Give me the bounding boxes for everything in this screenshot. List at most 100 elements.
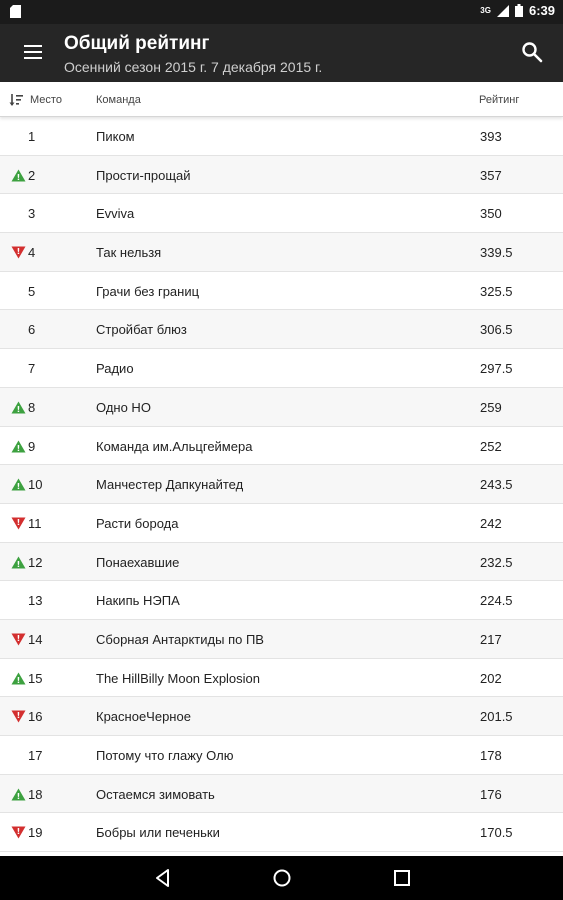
column-header-rating[interactable]: Рейтинг bbox=[479, 94, 519, 106]
trend-none bbox=[11, 594, 26, 607]
row-team: Одно НО bbox=[96, 399, 151, 415]
column-header-place[interactable]: Место bbox=[30, 94, 62, 106]
row-rating: 232.5 bbox=[480, 554, 513, 570]
table-row[interactable]: ! 14 Сборная Антарктиды по ПВ 217 bbox=[0, 619, 563, 659]
row-team: Команда им.Альцгеймера bbox=[96, 438, 253, 454]
row-rating: 350 bbox=[480, 206, 502, 222]
back-icon[interactable] bbox=[153, 868, 173, 888]
row-rating: 242 bbox=[480, 515, 502, 531]
table-row[interactable]: ! 19 Бобры или печеньки 170.5 bbox=[0, 813, 563, 853]
row-place: 15 bbox=[28, 670, 43, 686]
row-team: Так нельзя bbox=[96, 245, 162, 261]
column-header-team[interactable]: Команда bbox=[96, 94, 141, 106]
row-place: 5 bbox=[28, 283, 36, 299]
svg-text:!: ! bbox=[17, 711, 21, 720]
table-row[interactable]: ! 10 Манчестер Дапкунайтед 243.5 bbox=[0, 465, 563, 504]
row-team: Сборная Антарктиды по ПВ bbox=[96, 631, 264, 647]
table-row[interactable]: 17 Потому что глажу Олю 178 bbox=[0, 736, 563, 775]
row-team: Расти борода bbox=[96, 515, 179, 531]
row-place: 14 bbox=[28, 631, 43, 647]
row-rating: 357 bbox=[480, 167, 502, 183]
row-team: Стройбат блюз bbox=[96, 322, 187, 338]
table-row[interactable]: ! 2 Прости-прощай 357 bbox=[0, 155, 563, 195]
row-rating: 224.5 bbox=[480, 593, 513, 609]
table-row[interactable]: 7 Радио 297.5 bbox=[0, 349, 563, 388]
table-row[interactable]: ! 11 Расти борода 242 bbox=[0, 504, 563, 543]
row-team: Радио bbox=[96, 361, 134, 377]
battery-icon bbox=[514, 4, 523, 17]
trend-down-icon: ! bbox=[11, 710, 26, 723]
page-subtitle: Осенний сезон 2015 г. 7 декабря 2015 г. bbox=[64, 59, 323, 75]
row-rating: 306.5 bbox=[480, 322, 513, 338]
table-row[interactable]: ! 15 The HillBilly Moon Explosion 202 bbox=[0, 659, 563, 698]
trend-none bbox=[11, 285, 26, 298]
trend-up-icon: ! bbox=[11, 440, 26, 453]
svg-text:!: ! bbox=[17, 518, 21, 527]
svg-text:!: ! bbox=[17, 444, 21, 453]
table-row[interactable]: 1 Пиком 393 bbox=[0, 117, 563, 156]
app-bar: Общий рейтинг Осенний сезон 2015 г. 7 де… bbox=[0, 24, 563, 82]
row-place: 12 bbox=[28, 554, 43, 570]
trend-none bbox=[11, 207, 26, 220]
table-row[interactable]: 5 Грачи без границ 325.5 bbox=[0, 272, 563, 311]
row-team: КрасноеЧерное bbox=[96, 709, 191, 725]
trend-up-icon: ! bbox=[11, 401, 26, 414]
row-place: 4 bbox=[28, 245, 36, 261]
row-place: 11 bbox=[28, 515, 42, 531]
table-header: Место Команда Рейтинг bbox=[0, 82, 563, 117]
menu-icon[interactable] bbox=[24, 44, 44, 60]
table-row[interactable]: 6 Стройбат блюз 306.5 bbox=[0, 310, 563, 350]
row-team: Накипь НЭПА bbox=[96, 593, 180, 609]
svg-text:!: ! bbox=[17, 482, 21, 491]
sim-card-icon bbox=[10, 5, 21, 18]
trend-none bbox=[11, 749, 26, 762]
table-row[interactable]: ! 4 Так нельзя 339.5 bbox=[0, 233, 563, 272]
row-team: Понаехавшие bbox=[96, 554, 180, 570]
row-team: The HillBilly Moon Explosion bbox=[96, 670, 261, 686]
row-team: Пиком bbox=[96, 129, 135, 144]
trend-down-icon: ! bbox=[11, 633, 26, 646]
row-rating: 170.5 bbox=[480, 825, 513, 841]
trend-none bbox=[11, 362, 26, 375]
row-team: Evviva bbox=[96, 206, 135, 222]
table-row[interactable]: 13 Накипь НЭПА 224.5 bbox=[0, 581, 563, 620]
svg-text:!: ! bbox=[17, 247, 21, 256]
svg-text:!: ! bbox=[17, 560, 21, 569]
row-team: Грачи без границ bbox=[96, 283, 200, 299]
sort-icon[interactable] bbox=[9, 93, 23, 107]
row-place: 10 bbox=[28, 477, 43, 493]
table-row[interactable]: ! 9 Команда им.Альцгеймера 252 bbox=[0, 427, 563, 466]
row-team: Потому что глажу Олю bbox=[96, 748, 234, 763]
row-place: 6 bbox=[28, 322, 36, 338]
home-icon[interactable] bbox=[272, 868, 292, 888]
row-rating: 202 bbox=[480, 670, 502, 686]
svg-text:!: ! bbox=[17, 405, 21, 414]
row-team: Манчестер Дапкунайтед bbox=[96, 477, 244, 493]
row-place: 9 bbox=[28, 438, 36, 454]
row-place: 13 bbox=[28, 593, 43, 609]
svg-text:!: ! bbox=[17, 676, 21, 685]
row-place: 17 bbox=[28, 748, 43, 763]
row-place: 3 bbox=[28, 206, 36, 222]
trend-none bbox=[11, 130, 26, 143]
table-row[interactable]: ! 12 Понаехавшие 232.5 bbox=[0, 542, 563, 582]
trend-up-icon: ! bbox=[11, 556, 26, 569]
row-place: 2 bbox=[28, 167, 36, 183]
row-rating: 252 bbox=[480, 438, 502, 454]
table-row[interactable]: ! 18 Остаемся зимовать 176 bbox=[0, 774, 563, 814]
row-rating: 243.5 bbox=[480, 477, 513, 493]
row-place: 16 bbox=[28, 709, 43, 725]
trend-down-icon: ! bbox=[11, 246, 26, 259]
table-row[interactable]: ! 16 КрасноеЧерное 201.5 bbox=[0, 697, 563, 736]
row-rating: 325.5 bbox=[480, 283, 513, 299]
search-icon[interactable] bbox=[521, 41, 543, 63]
recents-icon[interactable] bbox=[392, 868, 412, 888]
row-rating: 259 bbox=[480, 399, 502, 415]
row-place: 18 bbox=[28, 786, 43, 802]
row-rating: 339.5 bbox=[480, 245, 513, 261]
row-rating: 217 bbox=[480, 631, 502, 647]
table-row[interactable]: 3 Evviva 350 bbox=[0, 194, 563, 234]
row-team: Прости-прощай bbox=[96, 167, 191, 183]
table-row[interactable]: ! 8 Одно НО 259 bbox=[0, 387, 563, 427]
row-team: Остаемся зимовать bbox=[96, 786, 215, 802]
